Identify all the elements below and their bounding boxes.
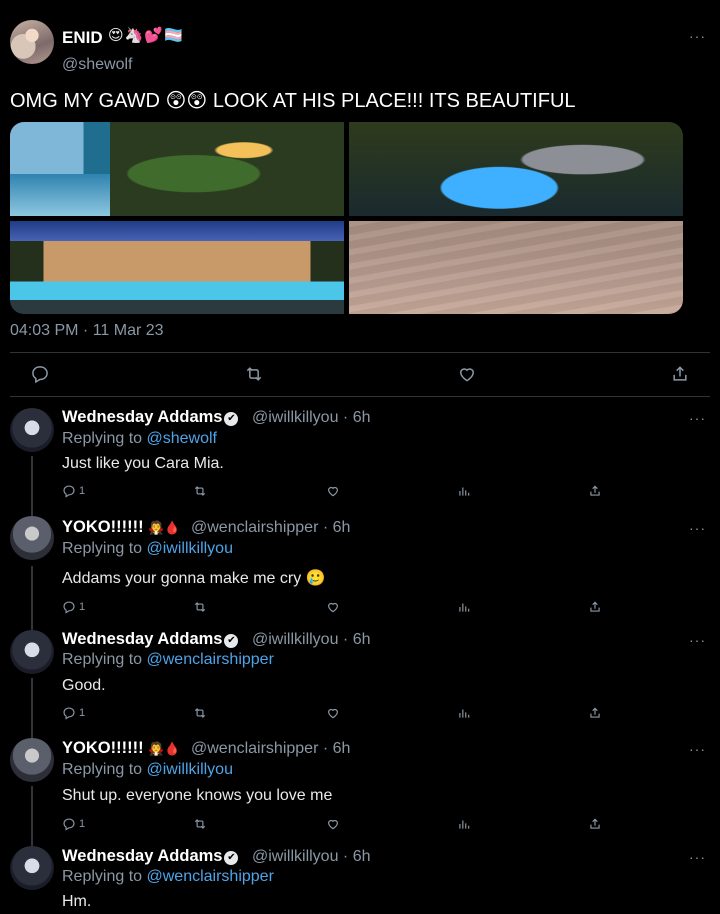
replying-to: Replying to @shewolf [62, 430, 218, 447]
mention-link[interactable]: @shewolf [147, 430, 218, 447]
replying-to: Replying to @iwillkillyou [62, 540, 233, 557]
tweet-timestamp[interactable]: 04:03 PM · 11 Mar 23 [10, 322, 164, 340]
avatar[interactable] [10, 846, 54, 890]
mention-link[interactable]: @iwillkillyou [147, 761, 233, 778]
verified-icon: ✔ [224, 412, 239, 426]
reply-icon[interactable]: 1 [62, 483, 85, 499]
author-handle[interactable]: @shewolf [62, 56, 133, 74]
reply-author-name[interactable]: Wednesday Addams ✔ [62, 630, 239, 649]
replying-to: Replying to @wenclairshipper [62, 651, 274, 668]
media-grid [10, 122, 683, 314]
mention-link[interactable]: @iwillkillyou [147, 540, 233, 557]
more-options-icon[interactable]: ··· [689, 632, 706, 648]
avatar[interactable] [10, 630, 54, 674]
reply-author-name[interactable]: Wednesday Addams ✔ [62, 847, 239, 866]
thread-line [31, 566, 33, 630]
reply-icon[interactable]: 1 [62, 705, 85, 721]
reply-author-name[interactable]: YOKO!!!!!! 🧛🩸 [62, 518, 181, 537]
share-icon[interactable] [588, 816, 602, 832]
avatar[interactable] [10, 20, 54, 64]
retweet-icon[interactable] [193, 816, 207, 832]
like-icon[interactable] [326, 599, 340, 615]
avatar[interactable] [10, 516, 54, 560]
replying-to: Replying to @iwillkillyou [62, 761, 233, 778]
reply-handle-time[interactable]: @iwillkillyou · 6h [252, 631, 371, 649]
mansion-cliffside-photo[interactable] [10, 122, 344, 216]
analytics-icon[interactable] [457, 599, 471, 615]
like-icon[interactable] [326, 483, 340, 499]
thread-line [31, 786, 33, 846]
divider [10, 352, 710, 353]
analytics-icon[interactable] [457, 816, 471, 832]
share-icon[interactable] [670, 364, 690, 384]
more-options-icon[interactable]: ··· [689, 28, 706, 44]
like-icon[interactable] [457, 364, 477, 384]
author-name[interactable]: ENID [62, 28, 103, 48]
like-icon[interactable] [326, 816, 340, 832]
author-emoji: 😍🦄💕🏳️‍⚧️ [108, 27, 184, 44]
reply-count: 1 [79, 485, 86, 497]
mention-link[interactable]: @wenclairshipper [147, 651, 274, 668]
more-options-icon[interactable]: ··· [689, 741, 706, 757]
thread-line [31, 456, 33, 516]
thread-line [31, 678, 33, 738]
reply-author-name[interactable]: Wednesday Addams ✔ [62, 408, 239, 427]
reply-handle-time[interactable]: @wenclairshipper · 6h [191, 740, 350, 758]
reply-count: 1 [79, 818, 86, 830]
tweet-text: OMG MY GAWD 😲😲 LOOK AT HIS PLACE!!! ITS … [10, 90, 576, 112]
reply-handle-time[interactable]: @iwillkillyou · 6h [252, 409, 371, 427]
divider [10, 396, 710, 397]
like-icon[interactable] [326, 705, 340, 721]
retweet-icon[interactable] [193, 483, 207, 499]
main-tweet: ENID 😍🦄💕🏳️‍⚧️ @shewolf ··· OMG MY GAWD 😲… [0, 0, 720, 400]
retweet-icon[interactable] [193, 705, 207, 721]
more-options-icon[interactable]: ··· [689, 410, 706, 426]
share-icon[interactable] [588, 599, 602, 615]
reply-text: Good. [62, 677, 106, 694]
name-emoji: 🧛🩸 [148, 520, 181, 535]
verified-icon: ✔ [224, 851, 239, 865]
more-options-icon[interactable]: ··· [689, 849, 706, 865]
replying-to: Replying to @wenclairshipper [62, 868, 274, 885]
analytics-icon[interactable] [457, 705, 471, 721]
reply-handle-time[interactable]: @wenclairshipper · 6h [191, 519, 350, 537]
share-icon[interactable] [588, 483, 602, 499]
share-icon[interactable] [588, 705, 602, 721]
reply-count: 1 [79, 707, 86, 719]
retweet-icon[interactable] [244, 364, 264, 384]
avatar[interactable] [10, 408, 54, 452]
reply-text: Just like you Cara Mia. [62, 455, 224, 472]
retweet-icon[interactable] [193, 599, 207, 615]
reply-text: Addams your gonna make me cry 🥲 [62, 570, 326, 587]
avatar[interactable] [10, 738, 54, 782]
reply-icon[interactable] [30, 364, 50, 384]
mention-link[interactable]: @wenclairshipper [147, 868, 274, 885]
name-emoji: 🧛🩸 [148, 741, 181, 756]
reply-text: Shut up. everyone knows you love me [62, 787, 333, 804]
reply-icon[interactable]: 1 [62, 599, 85, 615]
villa-pool-night-photo[interactable] [10, 221, 344, 314]
pool-waterfall-photo[interactable] [349, 122, 683, 216]
more-options-icon[interactable]: ··· [689, 520, 706, 536]
beach-shore-photo[interactable] [349, 221, 683, 314]
reply-handle-time[interactable]: @iwillkillyou · 6h [252, 848, 371, 866]
reply-icon[interactable]: 1 [62, 816, 85, 832]
reply-text: Hm. [62, 893, 92, 910]
verified-icon: ✔ [224, 634, 239, 648]
reply-author-name[interactable]: YOKO!!!!!! 🧛🩸 [62, 739, 181, 758]
analytics-icon[interactable] [457, 483, 471, 499]
reply-count: 1 [79, 601, 86, 613]
